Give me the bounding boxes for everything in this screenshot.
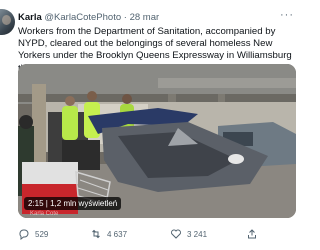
reply-button[interactable]: 529 [18,226,48,242]
tweet-time[interactable]: 28 mar [130,12,160,23]
video-timestamp-badge: 2:15 | 1,2 mln wyświetleń [24,197,122,210]
tweet-header: Karla @KarlaCotePhoto · 28 mar [18,12,159,24]
video-watermark: Karla Cote [30,211,59,217]
separator-dot: · [123,12,127,23]
author-handle[interactable]: @KarlaCotePhoto [44,12,121,23]
avatar[interactable] [0,9,15,35]
video-player[interactable]: Karla Cote 2:15 | 1,2 mln wyświetleń [18,64,296,218]
tweet-actions: 529 4 637 3 241 [18,226,296,242]
heart-icon [171,229,181,239]
video-frame [18,64,296,218]
like-count: 3 241 [187,229,208,239]
reply-icon [19,229,29,240]
more-options-icon[interactable]: ··· [280,9,294,21]
like-button[interactable]: 3 241 [170,226,207,242]
reply-count: 529 [35,229,49,239]
retweet-button[interactable]: 4 637 [90,226,127,242]
share-button[interactable] [246,226,258,242]
share-icon [248,229,256,239]
retweet-icon [92,229,100,239]
author-name[interactable]: Karla [18,12,42,23]
tweet-card[interactable]: Karla @KarlaCotePhoto · 28 mar ··· Worke… [0,0,300,250]
retweet-count: 4 637 [107,229,128,239]
